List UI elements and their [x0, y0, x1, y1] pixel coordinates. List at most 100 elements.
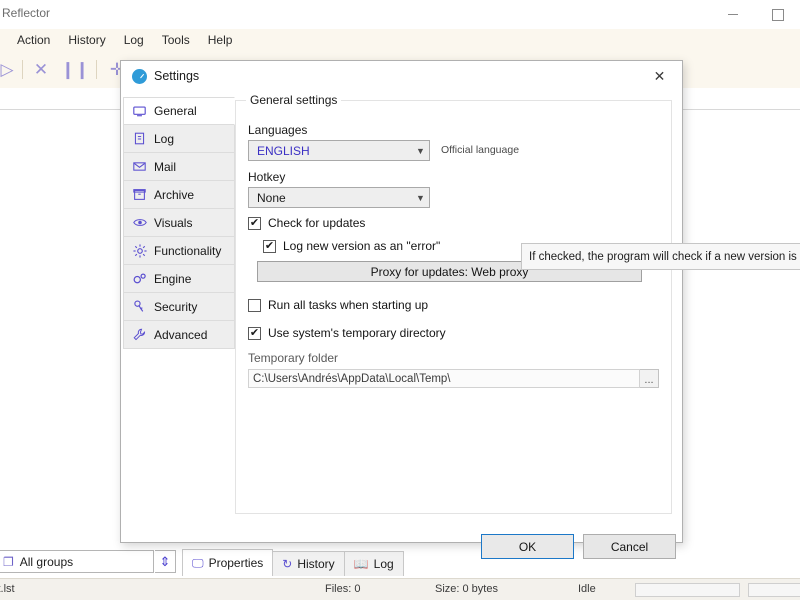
bottom-tabstrip: 🖵 Properties ↻ History 📖 Log: [182, 549, 404, 576]
maximize-button[interactable]: [755, 0, 800, 29]
sidebar-item-security[interactable]: Security: [123, 293, 235, 321]
ok-button-label: OK: [518, 539, 537, 554]
sidebar-item-archive[interactable]: Archive: [123, 181, 235, 209]
properties-icon: 🖵: [192, 555, 204, 570]
engine-icon: [133, 272, 147, 285]
bottom-panel: ❐ All groups ⇕ 🖵 Properties ↻ History 📖 …: [0, 543, 800, 578]
clock-icon: [132, 69, 147, 84]
hotkey-value: None: [257, 190, 286, 205]
chevron-down-icon: ▼: [416, 192, 425, 203]
group-filter-spinner[interactable]: ⇕: [155, 550, 176, 573]
hotkey-label: Hotkey: [248, 170, 286, 184]
check-for-updates-checkbox[interactable]: ✔: [248, 216, 261, 230]
cancel-button[interactable]: Cancel: [583, 534, 676, 559]
updown-arrow-icon: ⇕: [159, 553, 171, 569]
toolbar-separator: [22, 60, 23, 79]
tab-log-label: Log: [373, 557, 394, 571]
group-filter-combo[interactable]: ❐ All groups: [0, 550, 154, 573]
history-icon: ↻: [282, 557, 293, 571]
maximize-icon: [771, 8, 784, 21]
log-new-version-checkbox[interactable]: ✔: [263, 239, 276, 253]
status-size: Size: 0 bytes: [435, 583, 498, 595]
log-icon: 📖: [353, 557, 369, 571]
log-new-version-label: Log new version as an "error": [283, 239, 441, 253]
run-all-tasks-row[interactable]: Run all tasks when starting up: [248, 298, 428, 312]
tab-history[interactable]: ↻ History: [272, 551, 345, 576]
document-icon: [133, 132, 147, 145]
tab-log[interactable]: 📖 Log: [343, 551, 404, 576]
cancel-button-label: Cancel: [610, 539, 649, 554]
minimize-button[interactable]: [710, 0, 755, 29]
run-all-tasks-checkbox[interactable]: [248, 298, 261, 312]
sidebar-item-log-label: Log: [154, 131, 175, 146]
sidebar-item-security-label: Security: [154, 299, 198, 314]
proxy-for-updates-label: Proxy for updates: Web proxy: [370, 264, 529, 279]
sidebar-item-functionality[interactable]: Functionality: [123, 237, 235, 265]
check-for-updates-label: Check for updates: [268, 216, 366, 230]
app-menubar: Action History Log Tools Help: [0, 29, 800, 51]
screen: n Reflector Action History Log Tools Hel…: [0, 0, 800, 600]
languages-value: ENGLISH: [257, 143, 310, 158]
sidebar-item-engine[interactable]: Engine: [123, 265, 235, 293]
envelope-icon: [133, 160, 147, 173]
menu-item-history[interactable]: History: [59, 31, 114, 49]
status-state: Idle: [578, 583, 596, 595]
temp-folder-label: Temporary folder: [248, 351, 339, 365]
group-title: General settings: [246, 93, 342, 107]
progress-bar-secondary: [748, 583, 800, 597]
minimize-icon: [727, 14, 738, 15]
sidebar-item-mail-label: Mail: [154, 159, 177, 174]
hotkey-select[interactable]: None ▼: [248, 187, 430, 208]
sidebar-item-advanced-label: Advanced: [154, 327, 208, 342]
statusbar: st.lst Files: 0 Size: 0 bytes Idle: [0, 578, 800, 600]
settings-dialog: Settings ✕ General Log Mail Archive Visu…: [120, 60, 683, 559]
group-filter-label: All groups: [19, 554, 74, 569]
check-for-updates-row[interactable]: ✔ Check for updates: [248, 216, 365, 230]
chevron-down-icon: ▼: [416, 145, 425, 156]
temp-folder-row: C:\Users\Andrés\AppData\Local\Temp\ ...: [248, 369, 659, 388]
sidebar-item-functionality-label: Functionality: [154, 243, 222, 258]
use-temp-dir-label: Use system's temporary directory: [268, 326, 446, 340]
menu-item-log[interactable]: Log: [115, 31, 153, 49]
sidebar-item-general[interactable]: General: [123, 97, 235, 125]
sidebar-item-mail[interactable]: Mail: [123, 153, 235, 181]
general-settings-group: General settings Languages ENGLISH ▼ Off…: [235, 93, 672, 514]
play-icon[interactable]: ▷: [0, 57, 20, 82]
key-icon: [133, 300, 147, 313]
sidebar-item-advanced[interactable]: Advanced: [123, 321, 235, 349]
tab-properties-label: Properties: [208, 556, 264, 570]
toolbar-separator: [96, 60, 97, 79]
stop-icon[interactable]: ✕: [28, 57, 54, 82]
use-temp-dir-row[interactable]: ✔ Use system's temporary directory: [248, 326, 446, 340]
gear-sun-icon: [133, 243, 147, 258]
app-title: n Reflector: [0, 6, 51, 20]
temp-folder-input[interactable]: C:\Users\Andrés\AppData\Local\Temp\: [248, 369, 640, 388]
languages-select[interactable]: ENGLISH ▼: [248, 140, 430, 161]
sidebar-item-log[interactable]: Log: [123, 125, 235, 153]
use-temp-dir-checkbox[interactable]: ✔: [248, 326, 261, 340]
menu-item-action[interactable]: Action: [8, 31, 59, 49]
menu-item-help[interactable]: Help: [199, 31, 242, 49]
wrench-icon: [133, 328, 147, 341]
eye-icon: [133, 216, 147, 229]
sidebar-item-visuals[interactable]: Visuals: [123, 209, 235, 237]
dialog-nav: General Log Mail Archive Visuals Functio…: [123, 97, 235, 349]
pause-icon[interactable]: ❙❙: [61, 57, 90, 82]
tooltip-text: If checked, the program will check if a …: [529, 250, 800, 263]
sidebar-item-engine-label: Engine: [154, 271, 192, 286]
ok-button[interactable]: OK: [481, 534, 574, 559]
monitor-icon: [133, 105, 147, 118]
temp-folder-browse-button[interactable]: ...: [640, 369, 659, 388]
close-icon[interactable]: ✕: [637, 61, 682, 91]
dialog-title: Settings: [154, 69, 200, 83]
tab-properties[interactable]: 🖵 Properties: [182, 549, 274, 576]
sidebar-item-general-label: General: [154, 104, 197, 118]
official-language-note: Official language: [441, 144, 520, 156]
sidebar-item-archive-label: Archive: [154, 187, 195, 202]
status-files: Files: 0: [325, 583, 361, 595]
languages-label: Languages: [248, 123, 308, 137]
groups-icon: ❐: [3, 554, 14, 569]
log-new-version-row[interactable]: ✔ Log new version as an "error": [263, 239, 440, 253]
menu-item-tools[interactable]: Tools: [153, 31, 199, 49]
sidebar-item-visuals-label: Visuals: [154, 215, 193, 230]
